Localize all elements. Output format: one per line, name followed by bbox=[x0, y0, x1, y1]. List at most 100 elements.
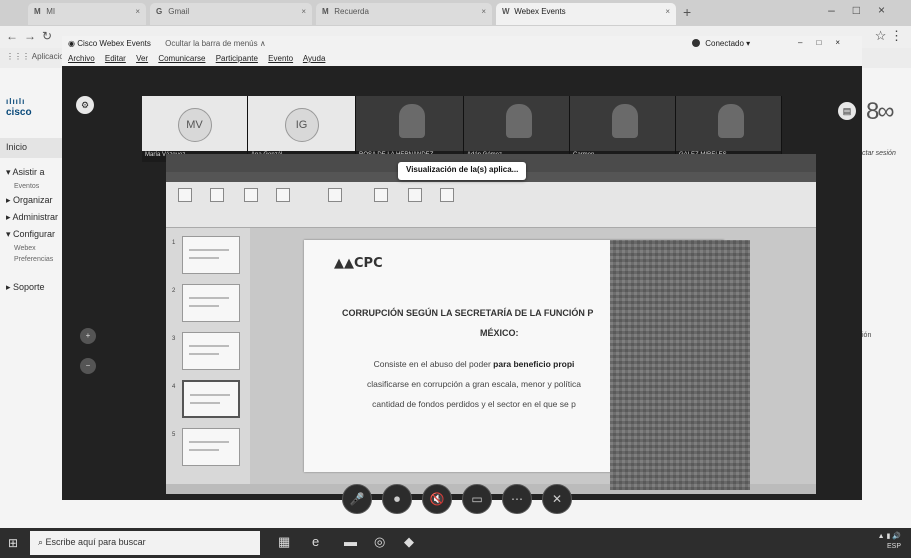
participant-tile[interactable]: MV María Vázquez bbox=[142, 96, 248, 162]
webex-window-controls[interactable]: –□× bbox=[798, 38, 854, 47]
file-explorer-icon[interactable]: ▬ bbox=[344, 534, 357, 549]
ribbon-button[interactable] bbox=[238, 188, 264, 212]
webex-window-title: Cisco Webex Events bbox=[77, 39, 151, 48]
nav-item-admin[interactable]: ▸ Administrar bbox=[0, 209, 62, 226]
nav-item-configure[interactable]: ▾ Configurar bbox=[0, 226, 62, 243]
nav-sub-preferences[interactable]: Preferencias bbox=[0, 254, 62, 265]
chrome-icon[interactable]: ◎ bbox=[374, 534, 385, 550]
participant-video bbox=[506, 104, 532, 138]
slide-thumbnail-selected[interactable] bbox=[182, 380, 240, 418]
google-icon: G bbox=[156, 7, 163, 16]
ribbon-button[interactable] bbox=[368, 188, 394, 212]
hide-menu-bar-button[interactable]: Ocultar la barra de menús ∧ bbox=[165, 39, 266, 48]
reload-icon[interactable]: ↻ bbox=[42, 29, 52, 43]
back-icon[interactable]: ← bbox=[6, 29, 18, 43]
slide-thumbnail[interactable] bbox=[182, 332, 240, 370]
participant-video bbox=[612, 104, 638, 138]
webex-menu-bar: Archivo Editar Ver Comunicarse Participa… bbox=[62, 52, 862, 66]
record-button[interactable]: ⏺ bbox=[382, 484, 412, 514]
search-icon: ⌕ bbox=[38, 537, 46, 547]
obscured-area bbox=[610, 240, 750, 490]
forward-icon[interactable]: → bbox=[24, 29, 36, 43]
participant-tile[interactable]: IG Ana Gonzál... bbox=[248, 96, 356, 162]
ribbon-button[interactable] bbox=[172, 188, 198, 212]
tab-label: MI bbox=[46, 7, 56, 16]
menu-participante[interactable]: Participante bbox=[216, 54, 258, 63]
tab-label: Webex Events bbox=[514, 7, 566, 16]
slide-thumbnails-pane: 1 2 3 4 5 bbox=[166, 228, 250, 484]
menu-editar[interactable]: Editar bbox=[105, 54, 126, 63]
menu-ayuda[interactable]: Ayuda bbox=[303, 54, 326, 63]
start-icon[interactable]: ⊞ bbox=[8, 536, 18, 550]
zoom-out-icon[interactable]: − bbox=[80, 358, 96, 374]
avatar: IG bbox=[284, 108, 319, 142]
participant-video-tile[interactable]: Adán Gómez bbox=[464, 96, 570, 162]
task-view-icon[interactable]: ▦ bbox=[278, 534, 290, 550]
audio-button[interactable]: 🔇 bbox=[422, 484, 452, 514]
taskbar-search-input[interactable]: ⌕ Escribe aquí para buscar bbox=[30, 531, 260, 555]
window-controls[interactable]: –□× bbox=[828, 3, 903, 17]
nav-item-support[interactable]: ▸ Soporte bbox=[0, 279, 62, 296]
nav-sub-events[interactable]: Eventos bbox=[0, 181, 62, 192]
apps-icon[interactable]: ⋮⋮⋮ bbox=[6, 52, 32, 61]
browser-tab-bar: M MI × G Gmail × M Recuerda × W Webex Ev… bbox=[0, 0, 911, 26]
browser-tab-1[interactable]: M MI × bbox=[28, 3, 146, 25]
ribbon-button[interactable] bbox=[402, 188, 428, 212]
menu-ver[interactable]: Ver bbox=[136, 54, 148, 63]
new-tab-button[interactable]: + bbox=[683, 4, 691, 20]
participant-video-tile[interactable]: Carmen bbox=[570, 96, 676, 162]
webex-title-bar: ◉ Cisco Webex Events Ocultar la barra de… bbox=[62, 36, 862, 52]
ribbon-button[interactable] bbox=[434, 188, 460, 212]
slide-thumbnail[interactable] bbox=[182, 428, 240, 466]
close-tab-icon[interactable]: × bbox=[301, 7, 306, 16]
cpc-logo-icon: ▲▲ bbox=[334, 256, 354, 271]
participants-panel-icon[interactable]: ⚙ bbox=[76, 96, 94, 114]
windows-taskbar: ⊞ ⌕ Escribe aquí para buscar ▦ e ▬ ◎ ◆ ▲… bbox=[0, 528, 911, 558]
slide-thumbnail[interactable] bbox=[182, 236, 240, 274]
nav-item-organize[interactable]: ▸ Organizar bbox=[0, 192, 62, 209]
browser-tab-webex[interactable]: W Webex Events × bbox=[496, 3, 676, 25]
slide-thumbnail[interactable] bbox=[182, 284, 240, 322]
menu-comunicarse[interactable]: Comunicarse bbox=[158, 54, 205, 63]
nav-item-attend[interactable]: ▾ Asistir a bbox=[0, 164, 62, 181]
side-tools: + − bbox=[80, 328, 96, 388]
close-tab-icon[interactable]: × bbox=[665, 7, 670, 16]
sign-in-link[interactable]: ctar sesión bbox=[862, 150, 896, 157]
slide-title-2: MÉXICO: bbox=[480, 328, 519, 338]
browser-tab-2[interactable]: G Gmail × bbox=[150, 3, 312, 25]
menu-evento[interactable]: Evento bbox=[268, 54, 293, 63]
edge-icon[interactable]: e bbox=[312, 534, 319, 549]
nav-sub-webex[interactable]: Webex bbox=[0, 243, 62, 254]
menu-archivo[interactable]: Archivo bbox=[68, 54, 95, 63]
webex-window: ◉ Cisco Webex Events Ocultar la barra de… bbox=[62, 36, 862, 514]
slide-logo: ▲▲CPC bbox=[334, 256, 383, 271]
leave-button[interactable]: ✕ bbox=[542, 484, 572, 514]
close-tab-icon[interactable]: × bbox=[481, 7, 486, 16]
share-button[interactable]: ▭ bbox=[462, 484, 492, 514]
tab-label: Recuerda bbox=[334, 7, 369, 16]
close-tab-icon[interactable]: × bbox=[135, 7, 140, 16]
tab-label: Gmail bbox=[168, 7, 190, 16]
participant-video-tile[interactable]: GALEZ MIRELES bbox=[676, 96, 782, 162]
ribbon-button[interactable] bbox=[204, 188, 230, 212]
more-button[interactable]: ⋯ bbox=[502, 484, 532, 514]
browser-tab-3[interactable]: M Recuerda × bbox=[316, 3, 492, 25]
ribbon-button[interactable] bbox=[322, 188, 348, 212]
zoom-in-icon[interactable]: + bbox=[80, 328, 96, 344]
participant-video bbox=[398, 104, 425, 138]
participant-video bbox=[718, 104, 744, 138]
mail-icon: M bbox=[322, 7, 329, 16]
participant-video-tile[interactable]: ROSA DE LA HERNÁNDEZ bbox=[356, 96, 464, 162]
ppt-ribbon bbox=[166, 182, 816, 228]
sharing-tooltip: Visualización de la(s) aplica... bbox=[398, 162, 527, 180]
system-tray[interactable]: ▲ ▮ 🔊 ESP bbox=[878, 532, 901, 552]
avatar: MV bbox=[177, 108, 212, 142]
ribbon-button[interactable] bbox=[270, 188, 296, 212]
mute-button[interactable]: 🎤 bbox=[342, 484, 372, 514]
connection-status[interactable]: Conectado ▾ bbox=[692, 39, 750, 48]
nav-home[interactable]: Inicio bbox=[0, 138, 62, 158]
cisco-logo: ılıılı cisco bbox=[6, 97, 32, 118]
webex-taskbar-icon[interactable]: ◆ bbox=[404, 534, 414, 550]
extensions-icon[interactable]: ☆ ⋮ bbox=[875, 28, 903, 44]
layout-icon[interactable]: ▤ bbox=[838, 102, 856, 120]
